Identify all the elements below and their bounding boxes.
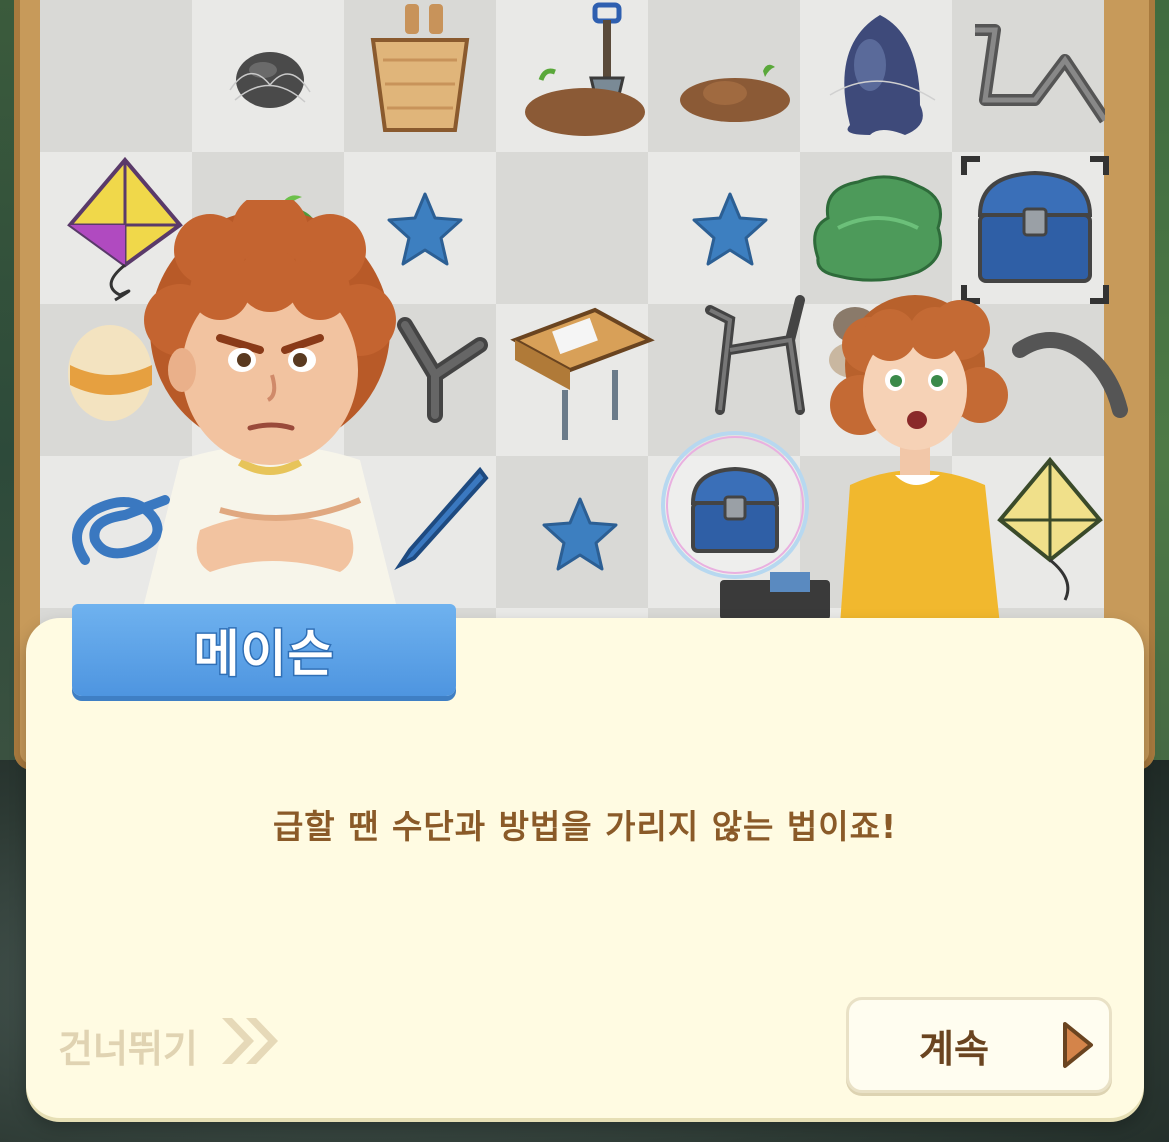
rock-icon[interactable] bbox=[225, 30, 315, 120]
board-cell[interactable] bbox=[496, 152, 648, 304]
basket-icon[interactable] bbox=[365, 0, 475, 140]
mason-character bbox=[120, 192, 420, 624]
woman-character bbox=[820, 285, 1020, 629]
blue-star-icon[interactable] bbox=[690, 190, 770, 270]
speaker-name-tag: 메이슨 bbox=[72, 604, 456, 696]
school-desk-icon[interactable] bbox=[505, 300, 655, 450]
bent-pipe-icon bbox=[1010, 320, 1130, 420]
dialog-message: 급할 땐 수단과 방법을 가리지 않는 법이죠! bbox=[272, 807, 898, 846]
shovel-in-dirt-icon[interactable] bbox=[515, 0, 645, 140]
egg-rock-icon[interactable] bbox=[810, 5, 950, 145]
skip-label: 건너뛰기 bbox=[58, 1026, 198, 1071]
bicycle-icon[interactable] bbox=[680, 290, 820, 440]
metal-pipe-icon[interactable] bbox=[955, 20, 1105, 140]
treasure-chest-icon[interactable] bbox=[960, 155, 1110, 305]
continue-button[interactable]: 계속 bbox=[846, 997, 1112, 1093]
bubble-chest-icon[interactable] bbox=[655, 425, 815, 585]
double-chevron-right-icon bbox=[218, 1014, 282, 1077]
play-arrow-icon bbox=[1061, 1020, 1095, 1074]
continue-label: 계속 bbox=[919, 1027, 989, 1071]
dirt-mound-icon[interactable] bbox=[675, 55, 795, 125]
speaker-name: 메이슨 bbox=[192, 624, 335, 685]
skip-button[interactable]: 건너뛰기 bbox=[58, 1015, 282, 1075]
board-cell[interactable] bbox=[40, 0, 192, 152]
blue-star-icon[interactable] bbox=[540, 495, 620, 575]
green-slime-icon[interactable] bbox=[808, 168, 948, 288]
